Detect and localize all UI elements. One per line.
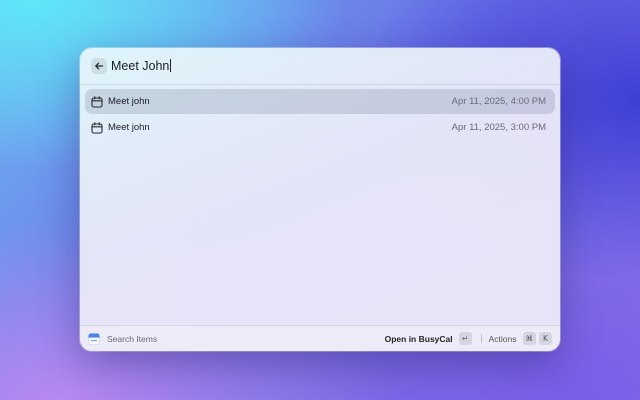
search-query: Meet John [111,59,170,73]
list-item-title: Meet john [108,96,150,107]
busycal-app-icon [88,332,100,345]
status-text: Search Items [107,333,158,344]
list-item[interactable]: Meet john Apr 11, 2025, 4:00 PM [85,89,555,114]
calendar-icon [91,121,103,134]
calendar-icon [91,95,103,108]
list-item-date: Apr 11, 2025, 3:00 PM [451,122,546,133]
text-caret [170,59,172,72]
actions-button[interactable]: Actions [489,334,517,344]
search-input[interactable]: Meet John [111,58,172,74]
k-key-hint: K [539,332,552,345]
divider [480,334,482,343]
launcher-window: Meet John Meet john Apr 11, 2025, 4:00 P… [80,48,560,351]
list-item-title: Meet john [108,122,150,133]
list-item[interactable]: Meet john Apr 11, 2025, 3:00 PM [85,115,555,140]
open-in-busycal-button[interactable]: Open in BusyCal [385,334,453,344]
arrow-left-icon [95,62,104,70]
command-key-hint: ⌘ [522,332,536,345]
search-bar: Meet John [80,48,560,85]
action-bar: Search Items Open in BusyCal ↵ Actions ⌘… [80,325,560,351]
return-key-hint: ↵ [458,332,472,345]
results-list: Meet john Apr 11, 2025, 4:00 PM Meet joh… [85,89,555,141]
list-item-date: Apr 11, 2025, 4:00 PM [451,96,546,107]
back-button[interactable] [91,58,107,74]
